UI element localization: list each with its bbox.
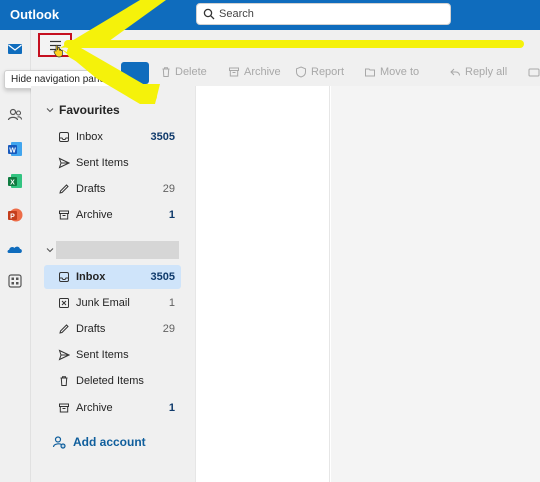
delete-button[interactable]: Delete [175, 66, 207, 78]
top-bar: Outlook Search [0, 0, 540, 30]
archive-button[interactable]: Archive [244, 66, 281, 78]
search-icon [203, 8, 215, 20]
new-mail-button[interactable] [121, 62, 149, 84]
drafts-icon [59, 184, 69, 194]
unread-count: 3505 [150, 131, 175, 143]
message-list[interactable] [195, 86, 330, 482]
svg-text:X: X [10, 179, 15, 186]
inbox-icon [59, 132, 69, 142]
item-count: 29 [162, 183, 175, 195]
item-count: 29 [162, 323, 175, 335]
powerpoint-icon[interactable]: P [6, 206, 24, 224]
inbox-icon [59, 272, 69, 282]
junk-icon [59, 298, 69, 308]
folder-label: Junk Email [76, 297, 130, 309]
reply-all-button[interactable]: Reply all [465, 66, 507, 78]
search-input[interactable]: Search [219, 8, 254, 20]
folder-label: Sent Items [76, 157, 129, 169]
svg-text:W: W [9, 147, 16, 154]
unread-count: 1 [168, 402, 175, 414]
drafts-icon [59, 324, 69, 334]
folder-inbox[interactable]: Inbox 3505 [44, 265, 181, 289]
folder-archive[interactable]: Archive 1 [44, 396, 181, 420]
hand-cursor-icon [53, 44, 63, 58]
folder-label: Archive [76, 402, 113, 414]
word-icon[interactable]: W [6, 140, 24, 158]
move-to-button[interactable]: Move to [380, 66, 419, 78]
more-icon [528, 68, 540, 77]
reading-pane [331, 86, 540, 482]
fav-folder-archive[interactable]: Archive 1 [44, 203, 181, 227]
people-icon[interactable] [6, 106, 24, 124]
folder-deleted-items[interactable]: Deleted Items [44, 369, 181, 393]
folder-label: Archive [76, 209, 113, 221]
report-button[interactable]: Report [311, 66, 344, 78]
mail-icon[interactable] [6, 40, 24, 58]
report-icon [296, 66, 306, 78]
excel-icon[interactable]: X [6, 172, 24, 190]
onedrive-icon[interactable] [6, 240, 24, 258]
fav-folder-drafts[interactable]: Drafts 29 [44, 177, 181, 201]
folder-sent-items[interactable]: Sent Items [44, 343, 181, 367]
folder-label: Drafts [76, 183, 106, 195]
fav-folder-inbox[interactable]: Inbox 3505 [44, 125, 181, 149]
delete-icon [60, 376, 68, 386]
folder-label: Sent Items [76, 349, 129, 361]
move-to-icon [365, 68, 375, 77]
add-account-label: Add account [73, 435, 146, 449]
chevron-down-icon[interactable] [46, 246, 54, 254]
svg-text:P: P [10, 213, 15, 220]
archive-icon [59, 403, 69, 413]
reply-all-icon [450, 68, 460, 76]
archive-icon [229, 67, 239, 77]
app-title[interactable]: Outlook [10, 7, 59, 22]
unread-count: 3505 [150, 271, 175, 283]
account-name-redacted[interactable] [56, 241, 179, 259]
delete-icon [162, 67, 170, 77]
search-box[interactable]: Search [196, 3, 451, 25]
folder-label: Inbox [76, 131, 103, 143]
send-icon [58, 349, 70, 361]
fav-folder-sent-items[interactable]: Sent Items [44, 151, 181, 175]
apps-icon[interactable] [6, 272, 24, 290]
add-account-icon [52, 436, 66, 449]
send-icon [58, 157, 70, 169]
folder-junk-email[interactable]: Junk Email 1 [44, 291, 181, 315]
chevron-down-icon[interactable] [46, 106, 54, 114]
folder-drafts[interactable]: Drafts 29 [44, 317, 181, 341]
favourites-heading[interactable]: Favourites [59, 103, 120, 117]
folder-label: Drafts [76, 323, 106, 335]
unread-count: 1 [168, 209, 175, 221]
folder-label: Deleted Items [76, 375, 144, 387]
archive-icon [59, 210, 69, 220]
item-count: 1 [168, 297, 175, 309]
folder-label: Inbox [76, 271, 106, 283]
